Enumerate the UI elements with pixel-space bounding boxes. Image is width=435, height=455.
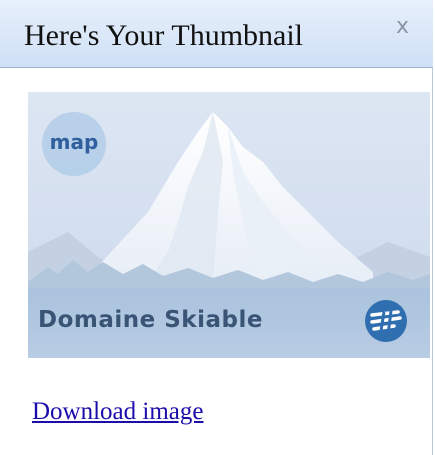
thumbnail-dialog: Here's Your Thumbnail x map Domaine Skia… <box>0 0 433 455</box>
dialog-title: Here's Your Thumbnail <box>24 19 304 52</box>
download-image-link[interactable]: Download image <box>32 398 203 426</box>
map-badge-label: map <box>49 130 99 154</box>
map-badge: map <box>42 112 106 176</box>
dialog-titlebar: Here's Your Thumbnail x <box>0 0 433 68</box>
close-icon[interactable]: x <box>396 14 409 39</box>
brand-label: Domaine Skiable <box>38 307 263 333</box>
thumbnail-image: map Domaine Skiable <box>28 92 430 358</box>
ski-lift-logo-icon <box>365 300 407 342</box>
